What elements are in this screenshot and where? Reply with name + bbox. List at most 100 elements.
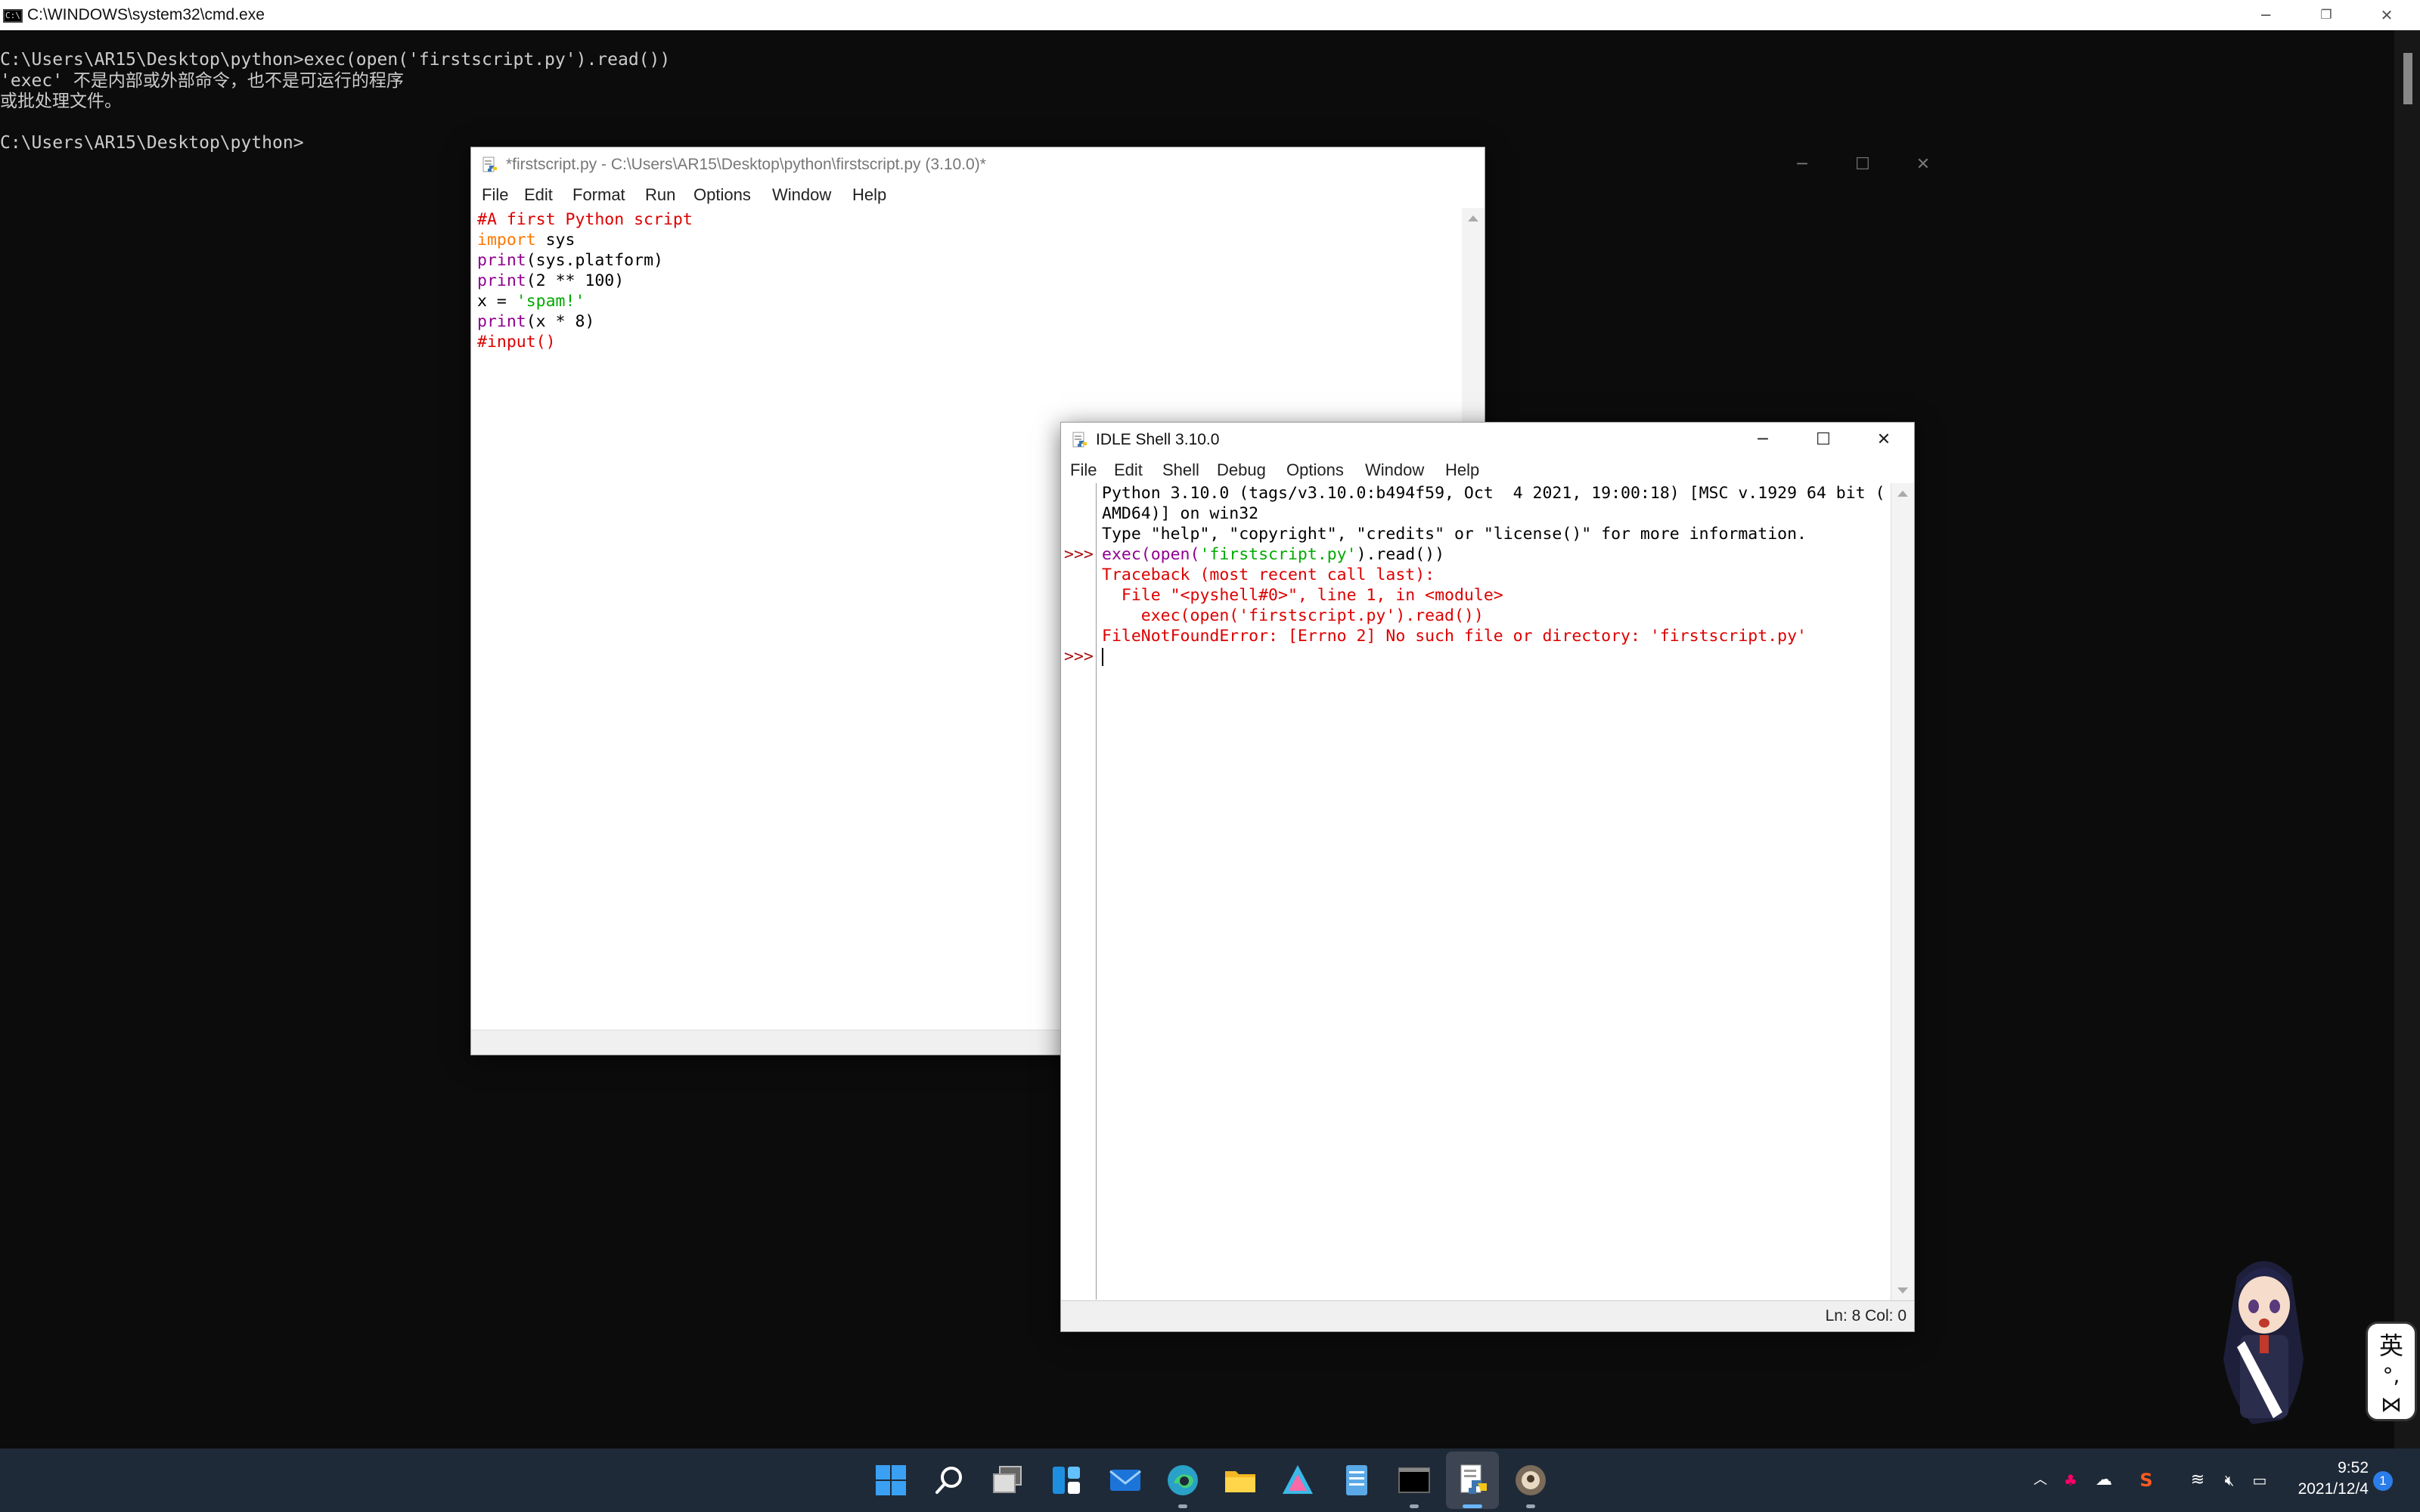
running-indicator (1178, 1504, 1187, 1508)
traceback-line: Traceback (most recent call last): (1102, 565, 1435, 584)
code-builtin: print (477, 312, 526, 331)
close-icon[interactable]: ✕ (1893, 147, 1953, 182)
cmd-icon: C:\ (3, 9, 23, 23)
taskbar: ︿ ♣ ☁ S ≋ 🔇︎ ▭ 9:52 2021/12/4 1 (0, 1448, 2420, 1512)
menu-debug[interactable]: Debug (1217, 457, 1266, 483)
scroll-up-icon[interactable] (1468, 215, 1478, 222)
menu-help[interactable]: Help (852, 182, 886, 208)
close-icon[interactable]: ✕ (2356, 0, 2417, 30)
error-line: FileNotFoundError: [Errno 2] No such fil… (1102, 627, 1807, 646)
ime-mode-label: 英 (2378, 1331, 2403, 1360)
cmd-line: 或批处理文件。 (0, 91, 122, 111)
shell-title: IDLE Shell 3.10.0 (1096, 431, 1220, 448)
mail-icon[interactable] (1106, 1461, 1145, 1500)
minimize-icon[interactable]: ─ (2235, 0, 2296, 30)
ime-punctuation-icon: °, (2382, 1363, 2400, 1388)
cmd-line: C:\Users\AR15\Desktop\python>exec(open('… (0, 50, 671, 70)
shell-command: exec(open( (1102, 545, 1200, 564)
menu-run[interactable]: Run (645, 182, 675, 208)
editor-titlebar[interactable]: *firstscript.py - C:\Users\AR15\Desktop\… (471, 147, 1930, 182)
shell-text-area[interactable]: Python 3.10.0 (tags/v3.10.0:b494f59, Oct… (1097, 483, 1891, 1300)
banner-line: AMD64)] on win32 (1102, 504, 1259, 523)
menu-format[interactable]: Format (572, 182, 625, 208)
clock[interactable]: 9:52 2021/12/4 (2285, 1458, 2369, 1500)
butterfly-icon: ⋈ (2381, 1392, 2402, 1417)
cmd-line: 'exec' 不是内部或外部命令，也不是可运行的程序 (0, 70, 404, 91)
widgets-icon[interactable] (1047, 1461, 1086, 1500)
menu-window[interactable]: Window (772, 182, 831, 208)
menu-options[interactable]: Options (1286, 457, 1344, 483)
shell-prompt-column: >>> >>> (1061, 483, 1097, 1300)
restore-icon[interactable]: ❐ (2296, 0, 2356, 30)
menu-file[interactable]: File (482, 182, 508, 208)
cmd-title: C:\WINDOWS\system32\cmd.exe (27, 6, 265, 23)
sogou-ime-icon[interactable]: S (2134, 1448, 2158, 1512)
code-text: x = (477, 292, 517, 311)
clock-date: 2021/12/4 (2297, 1480, 2369, 1498)
shell-window[interactable]: IDLE Shell 3.10.0 ─ ☐ ✕ File Edit Shell … (1060, 422, 1915, 1332)
shell-command-string: 'firstscript.py' (1199, 545, 1357, 564)
battery-icon[interactable]: ▭ (2248, 1448, 2272, 1512)
app-icon[interactable] (1278, 1461, 1317, 1500)
idle-icon[interactable] (1454, 1461, 1493, 1500)
close-icon[interactable]: ✕ (1854, 423, 1914, 457)
cursor-position: Ln: 8 Col: 0 (1825, 1307, 1907, 1325)
code-comment: #A first Python script (477, 210, 693, 229)
scroll-up-icon[interactable] (1897, 491, 1908, 497)
task-view-icon[interactable] (988, 1461, 1027, 1500)
running-indicator (1526, 1504, 1535, 1508)
banner-line: Python 3.10.0 (tags/v3.10.0:b494f59, Oct… (1102, 484, 1885, 503)
code-text: sys (535, 231, 576, 249)
minimize-icon[interactable]: ─ (1772, 147, 1832, 182)
volume-muted-icon[interactable]: 🔇︎ (2217, 1448, 2242, 1512)
desktop-mascot-image[interactable] (2207, 1246, 2320, 1433)
idle-shell-icon (1072, 432, 1087, 448)
running-indicator (1410, 1504, 1419, 1508)
windows-start-icon[interactable] (871, 1461, 911, 1500)
cmd-output[interactable]: C:\Users\AR15\Desktop\python>exec(open('… (0, 50, 670, 154)
code-builtin: print (477, 271, 526, 290)
notepad-icon[interactable] (1337, 1461, 1376, 1500)
tray-overflow-chevron-icon[interactable]: ︿ (2030, 1448, 2051, 1512)
terminal-icon[interactable] (1395, 1461, 1434, 1500)
code-comment: #input() (477, 333, 556, 352)
scroll-down-icon[interactable] (1897, 1287, 1908, 1294)
menu-window[interactable]: Window (1365, 457, 1424, 483)
shell-titlebar[interactable]: IDLE Shell 3.10.0 ─ ☐ ✕ (1061, 423, 1914, 457)
traceback-line: File "<pyshell#0>", line 1, in <module> (1102, 586, 1503, 605)
search-icon[interactable] (930, 1461, 970, 1500)
text-cursor (1102, 648, 1103, 666)
ime-indicator[interactable]: 英 °, ⋈ (2366, 1321, 2417, 1421)
notification-badge[interactable]: 1 (2373, 1471, 2393, 1491)
code-text: (x * 8) (526, 312, 595, 331)
banner-line: Type "help", "copyright", "credits" or "… (1102, 525, 1807, 544)
tray-app-icon[interactable]: ♣ (2060, 1448, 2081, 1512)
onedrive-cloud-icon[interactable]: ☁ (2090, 1448, 2118, 1512)
menu-help[interactable]: Help (1445, 457, 1479, 483)
maximize-icon[interactable]: ☐ (1793, 423, 1854, 457)
idle-file-icon (482, 156, 497, 172)
menu-file[interactable]: File (1070, 457, 1097, 483)
maximize-icon[interactable]: ☐ (1832, 147, 1893, 182)
shell-vertical-scrollbar[interactable] (1891, 483, 1914, 1301)
shell-banner: Python 3.10.0 (tags/v3.10.0:b494f59, Oct… (1102, 483, 1885, 667)
code-string: 'spam!' (516, 292, 585, 311)
file-explorer-icon[interactable] (1221, 1461, 1260, 1500)
menu-shell[interactable]: Shell (1162, 457, 1199, 483)
code-builtin: print (477, 251, 526, 270)
menu-edit[interactable]: Edit (524, 182, 553, 208)
code-keyword: import (477, 231, 536, 249)
edge-icon[interactable] (1163, 1461, 1202, 1500)
running-indicator (1463, 1504, 1482, 1508)
menu-edit[interactable]: Edit (1114, 457, 1143, 483)
code-text: (sys.platform) (526, 251, 663, 270)
menu-options[interactable]: Options (693, 182, 751, 208)
cmd-scroll-thumb[interactable] (2403, 53, 2412, 104)
editor-code: #A first Python script import sys print(… (477, 209, 693, 352)
minimize-icon[interactable]: ─ (1733, 423, 1793, 457)
shell-status-bar: Ln: 8 Col: 0 (1061, 1300, 1914, 1331)
cmd-titlebar[interactable]: C:\ C:\WINDOWS\system32\cmd.exe ─ ❐ ✕ (0, 0, 2420, 30)
cmd-scrollbar[interactable] (2394, 30, 2420, 1448)
wifi-icon[interactable]: ≋ (2186, 1448, 2210, 1512)
idle-app-icon[interactable] (1511, 1461, 1550, 1500)
